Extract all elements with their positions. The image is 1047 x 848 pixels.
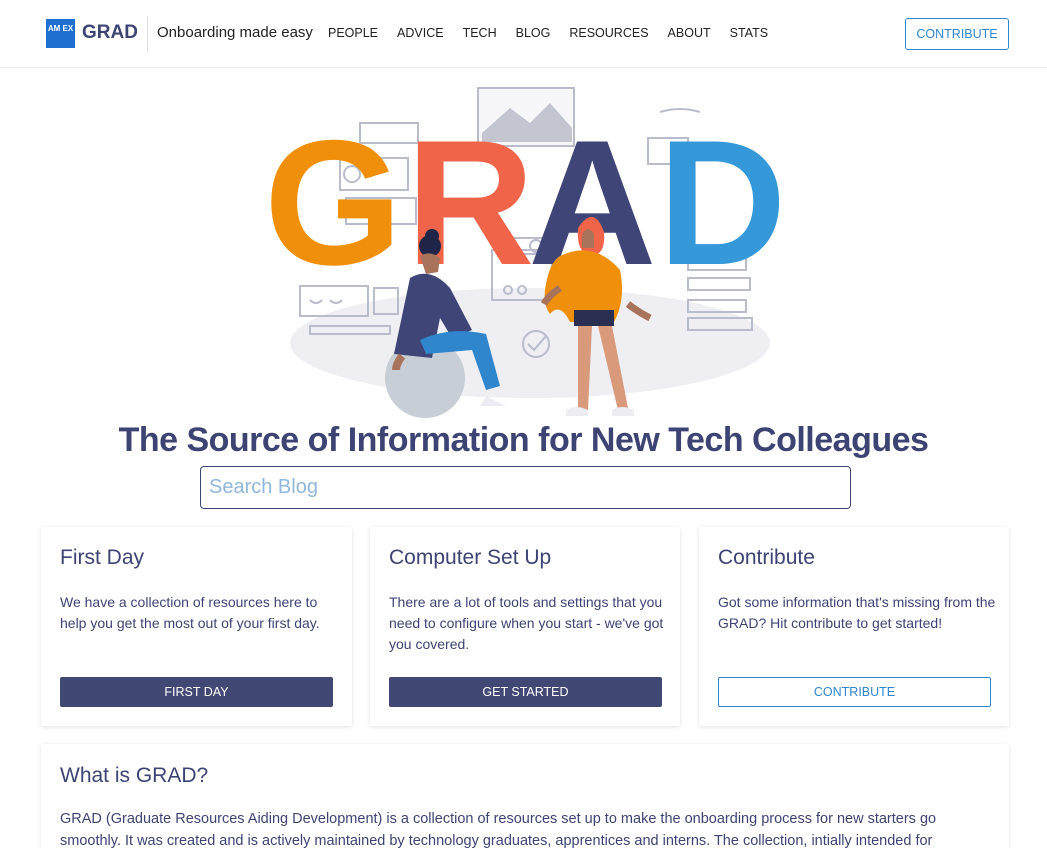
about-text: GRAD (Graduate Resources Aiding Developm… <box>60 811 937 848</box>
hero-letter-g: G <box>264 103 402 302</box>
about-section: What is GRAD? GRAD (Graduate Resources A… <box>41 744 1009 848</box>
card-description: Got some information that's missing from… <box>718 594 996 631</box>
card-description: There are a lot of tools and settings th… <box>389 594 664 652</box>
contribute-button[interactable]: CONTRIBUTE <box>718 677 991 707</box>
nav-item-blog[interactable]: BLOG <box>516 26 551 40</box>
nav-item-advice[interactable]: ADVICE <box>397 26 444 40</box>
card-title: Contribute <box>718 546 815 569</box>
amex-logo-icon[interactable]: AM EX <box>46 19 75 48</box>
top-header: AM EX GRAD Onboarding made easy PEOPLE A… <box>0 0 1047 68</box>
hero-letter-r: R <box>406 103 535 302</box>
card-title: First Day <box>60 546 144 569</box>
card-first-day: First Day We have a collection of resour… <box>41 527 352 726</box>
hero-illustration: G R A D <box>264 87 787 418</box>
hero-letter-d: D <box>658 103 787 302</box>
site-logo-text[interactable]: GRAD <box>82 22 138 44</box>
hero-background-blob <box>290 288 770 398</box>
header-contribute-button[interactable]: CONTRIBUTE <box>905 18 1009 50</box>
card-title: Computer Set Up <box>389 546 552 569</box>
nav-item-people[interactable]: PEOPLE <box>328 26 378 40</box>
first-day-button[interactable]: FIRST DAY <box>60 677 333 707</box>
get-started-button[interactable]: GET STARTED <box>389 677 662 707</box>
about-title: What is GRAD? <box>60 764 209 787</box>
header-divider <box>147 16 148 52</box>
nav-item-tech[interactable]: TECH <box>463 26 497 40</box>
card-computer-set-up: Computer Set Up There are a lot of tools… <box>370 527 680 726</box>
nav-item-resources[interactable]: RESOURCES <box>569 26 648 40</box>
main-nav: PEOPLE ADVICE TECH BLOG RESOURCES ABOUT … <box>328 26 787 40</box>
card-contribute: Contribute Got some information that's m… <box>699 527 1009 726</box>
card-description: We have a collection of resources here t… <box>60 594 320 631</box>
nav-item-stats[interactable]: STATS <box>730 26 768 40</box>
nav-item-about[interactable]: ABOUT <box>668 26 711 40</box>
search-blog-input[interactable] <box>200 466 851 509</box>
site-tagline: Onboarding made easy <box>157 24 313 41</box>
hero-title: The Source of Information for New Tech C… <box>118 421 929 459</box>
